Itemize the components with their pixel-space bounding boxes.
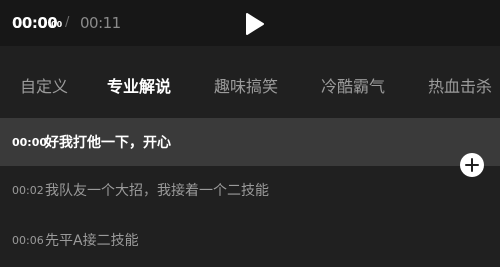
- add-caption-button[interactable]: [460, 153, 484, 177]
- play-icon: [246, 13, 264, 35]
- time-separator: /: [65, 15, 70, 30]
- caption-row[interactable]: 00:00 好我打他一下，开心: [0, 118, 500, 166]
- tab-passion-kill[interactable]: 热血击杀: [428, 73, 492, 97]
- tab-professional-commentary[interactable]: 专业解说: [107, 73, 171, 97]
- style-tabs: 自定义 专业解说 趣味搞笑 冷酷霸气 热血击杀: [0, 46, 500, 118]
- caption-text: 先平A接二技能: [45, 233, 139, 249]
- tab-cool[interactable]: 冷酷霸气: [321, 73, 385, 97]
- caption-time: 00:02: [12, 183, 44, 197]
- tab-custom[interactable]: 自定义: [20, 73, 68, 97]
- caption-time: 00:00: [12, 135, 48, 149]
- current-time-ms: 00: [51, 20, 63, 29]
- caption-text: 好我打他一下，开心: [45, 135, 171, 151]
- plus-icon: [465, 158, 479, 172]
- total-time: 00:11: [80, 14, 121, 32]
- caption-time: 00:06: [12, 233, 44, 247]
- caption-row[interactable]: 00:02 我队友一个大招，我接着一个二技能: [0, 166, 500, 214]
- player-bar: 00:00 00 / 00:11: [0, 0, 500, 46]
- caption-text: 我队友一个大招，我接着一个二技能: [45, 183, 269, 199]
- tab-funny[interactable]: 趣味搞笑: [214, 73, 278, 97]
- caption-row[interactable]: 00:06 先平A接二技能: [0, 216, 500, 264]
- play-button[interactable]: [244, 12, 266, 36]
